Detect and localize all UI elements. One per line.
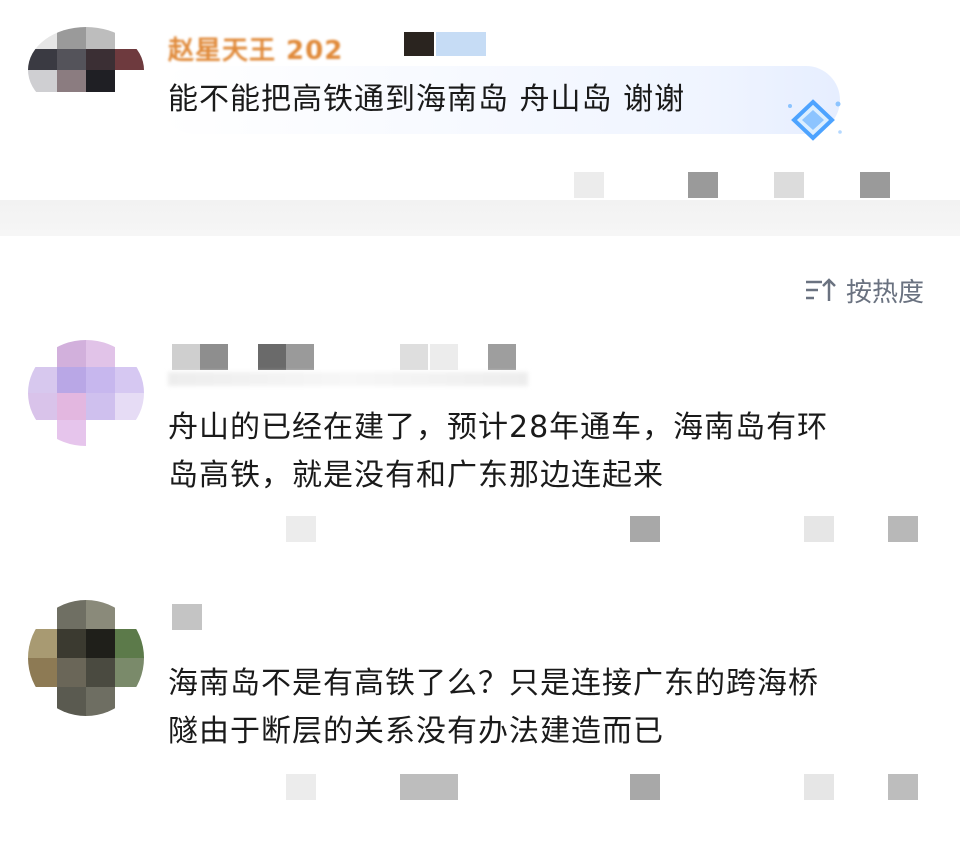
- action-icon-blurred[interactable]: [888, 774, 918, 800]
- sort-by-hot-button[interactable]: 按热度: [804, 270, 924, 310]
- username-blurred[interactable]: [172, 604, 202, 630]
- action-icon-blurred[interactable]: [286, 516, 316, 542]
- section-separator: [0, 200, 960, 236]
- action-icon-blurred[interactable]: [688, 172, 718, 198]
- avatar[interactable]: [28, 600, 144, 716]
- action-icon-blurred[interactable]: [574, 172, 604, 198]
- avatar[interactable]: [28, 27, 144, 113]
- action-icon-blurred[interactable]: [888, 516, 918, 542]
- comment-text: 舟山的已经在建了，预计28年通车，海南岛有环 岛高铁，就是没有和广东那边连起来: [168, 404, 938, 500]
- comment-list: 赵星天王 202 能不能把高铁通到海南岛 舟山岛 谢谢 按热度 舟山的已经在建了…: [0, 0, 960, 841]
- comment-text-line: 舟山的已经在建了，预计28年通车，海南岛有环: [168, 410, 829, 445]
- sort-label: 按热度: [845, 277, 924, 308]
- action-icon-blurred[interactable]: [630, 516, 660, 542]
- username-blurred[interactable]: [488, 344, 516, 370]
- comment-text-line: 岛高铁，就是没有和广东那边连起来: [168, 458, 664, 493]
- action-icon-blurred[interactable]: [630, 774, 660, 800]
- action-icon-blurred[interactable]: [804, 774, 834, 800]
- action-icon-blurred[interactable]: [804, 516, 834, 542]
- action-icon-blurred[interactable]: [774, 172, 804, 198]
- action-icon-blurred[interactable]: [860, 172, 890, 198]
- diamond-badge-icon: [788, 99, 842, 141]
- username-badge-blurred: [404, 32, 434, 56]
- username-badge-blurred: [436, 32, 486, 56]
- username-blurred[interactable]: [430, 344, 458, 370]
- comment-text: 海南岛不是有高铁了么？只是连接广东的跨海桥 隧由于断层的关系没有办法建造而已: [168, 660, 938, 756]
- user-subtitle-blurred: [168, 372, 528, 386]
- username-blurred[interactable]: [258, 344, 286, 370]
- sort-icon: [805, 278, 836, 301]
- username-blurred[interactable]: [286, 344, 314, 370]
- username-blurred[interactable]: [172, 344, 200, 370]
- comment-text-line: 海南岛不是有高铁了么？只是连接广东的跨海桥: [168, 666, 819, 701]
- action-icon-blurred[interactable]: [400, 774, 458, 800]
- username-blurred[interactable]: 赵星天王 202: [168, 30, 343, 66]
- username-blurred[interactable]: [400, 344, 428, 370]
- avatar[interactable]: [28, 340, 144, 446]
- action-icon-blurred[interactable]: [286, 774, 316, 800]
- comment-text-line: 隧由于断层的关系没有办法建造而已: [168, 714, 664, 749]
- username-blurred[interactable]: [200, 344, 228, 370]
